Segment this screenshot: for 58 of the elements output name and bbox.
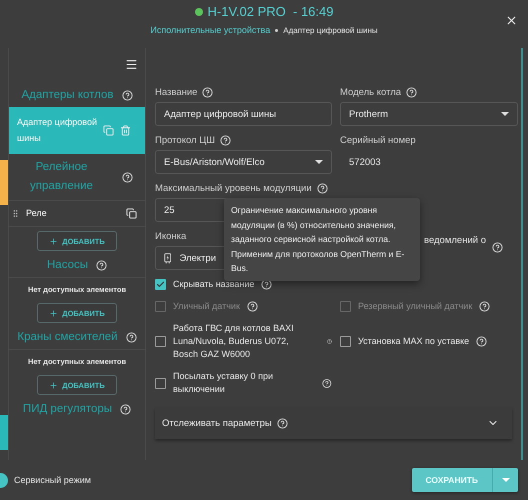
help-icon[interactable] bbox=[276, 418, 288, 428]
option-label: ведомлений о bbox=[424, 235, 486, 246]
checkbox-option[interactable]: Работа ГВС для котлов BAXI Luna/Nuvola, Buderus U072, Bosch GAZ W6000 bbox=[155, 321, 332, 361]
plus-icon bbox=[49, 236, 58, 246]
protocol-select[interactable]: E-Bus/Ariston/Wolf/Elco bbox=[155, 150, 332, 174]
service-mode-toggle[interactable]: Сервисный режим bbox=[0, 472, 91, 488]
help-icon[interactable] bbox=[316, 182, 328, 194]
help-icon[interactable] bbox=[122, 172, 132, 182]
checkbox[interactable] bbox=[155, 378, 166, 388]
section-heading: Адаптеры котлов bbox=[21, 88, 114, 103]
help-icon[interactable] bbox=[406, 86, 418, 98]
section-heading: Релейное управление bbox=[29, 160, 94, 194]
checkbox[interactable] bbox=[155, 278, 166, 290]
help-icon[interactable] bbox=[246, 300, 258, 312]
help-icon[interactable] bbox=[479, 300, 490, 312]
field-label: Иконка bbox=[155, 230, 186, 242]
checkbox[interactable] bbox=[340, 336, 351, 346]
close-button[interactable] bbox=[505, 14, 518, 27]
section-heading: ПИД регуляторы bbox=[22, 402, 112, 417]
window-title: H-1V.02 PRO - 16:49 bbox=[208, 4, 334, 19]
help-icon[interactable] bbox=[492, 242, 503, 253]
help-icon[interactable] bbox=[122, 90, 133, 100]
help-icon[interactable] bbox=[476, 336, 488, 346]
name-field[interactable]: Адаптер цифровой шины bbox=[155, 102, 332, 126]
field-label: Название bbox=[155, 86, 198, 98]
tooltip: Ограничение максимального уровня модуляции (в %) относительно значения, заданного сервисной настройкой котла. Применим для протоколов OpenTherm и E-Bus. bbox=[224, 198, 420, 280]
help-icon[interactable] bbox=[220, 134, 231, 146]
side-marker bbox=[0, 415, 8, 450]
help-icon[interactable] bbox=[120, 404, 132, 414]
help-icon[interactable] bbox=[261, 278, 272, 290]
icon-select[interactable]: Электри bbox=[155, 246, 224, 270]
field-label: Протокол ЦШ bbox=[155, 134, 215, 146]
field-label: Модель котла bbox=[340, 86, 402, 98]
side-marker bbox=[0, 160, 8, 205]
section-heading: Насосы bbox=[47, 258, 88, 273]
boiler-model-select[interactable]: Protherm bbox=[340, 102, 518, 126]
breadcrumb-link[interactable]: Исполнительные устройства bbox=[150, 25, 270, 35]
copy-icon[interactable] bbox=[126, 208, 137, 219]
checkbox-option[interactable]: Установка MAX по уставке bbox=[340, 321, 518, 361]
section-heading: Краны смесителей bbox=[17, 330, 118, 345]
field-label: Максимальный уровень модуляции bbox=[155, 182, 312, 194]
help-icon[interactable] bbox=[126, 332, 137, 342]
plus-icon bbox=[49, 380, 58, 390]
field-label: Серийный номер bbox=[340, 134, 416, 146]
sidebar-item[interactable]: Реле bbox=[9, 200, 145, 227]
help-icon[interactable] bbox=[322, 378, 332, 388]
save-options-button[interactable] bbox=[492, 468, 518, 492]
serial-number: 572003 bbox=[348, 156, 382, 170]
help-icon[interactable] bbox=[202, 86, 214, 98]
accordion-header[interactable]: Отслеживать параметры bbox=[155, 407, 512, 439]
breadcrumb-separator bbox=[275, 28, 278, 32]
checkbox-option[interactable]: Посылать уставку 0 при выключении bbox=[155, 369, 332, 397]
help-icon[interactable] bbox=[96, 260, 107, 270]
meter-icon bbox=[164, 250, 172, 266]
checkbox[interactable] bbox=[155, 336, 166, 346]
menu-button[interactable] bbox=[125, 58, 138, 71]
drag-handle-icon[interactable] bbox=[11, 209, 20, 218]
plus-icon bbox=[49, 308, 58, 318]
